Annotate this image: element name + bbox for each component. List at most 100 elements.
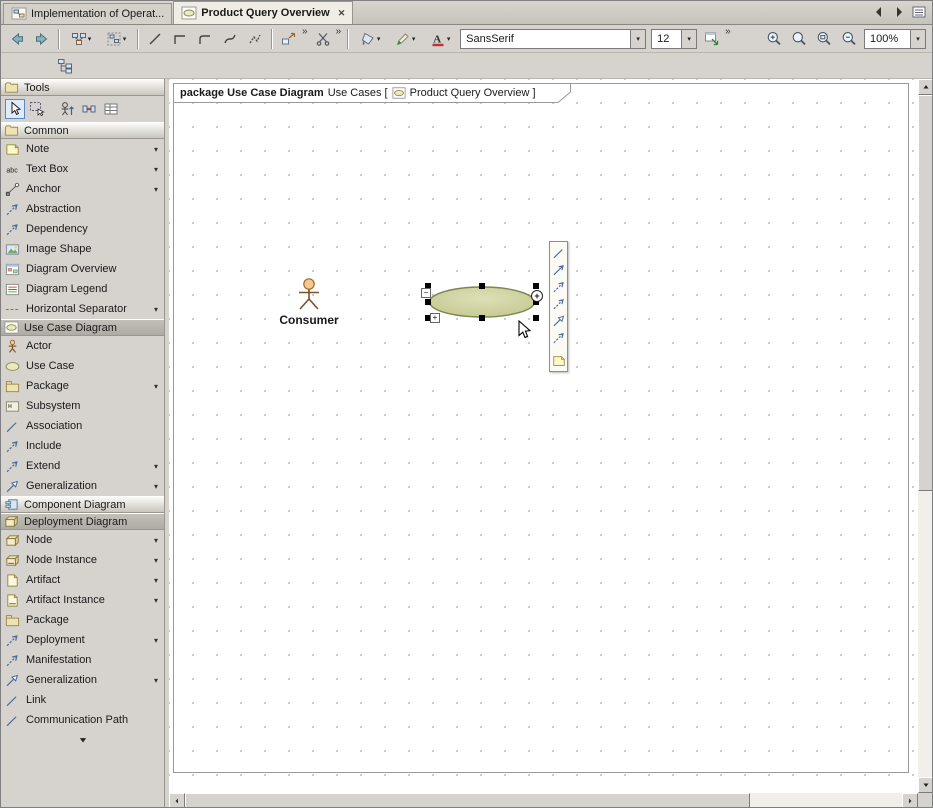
association-tool-button[interactable] [551,245,566,260]
expand-button[interactable]: + [430,313,440,323]
palette-deployment-diagram-node[interactable]: Node▾ [1,530,164,550]
scroll-right-button[interactable] [902,793,918,808]
palette-deployment-diagram-deployment[interactable]: Deployment▾ [1,630,164,650]
include-tool-button[interactable] [551,279,566,294]
close-icon[interactable]: ✕ [338,8,346,19]
zoom-level-select[interactable]: 100% ▾ [864,29,926,49]
palette-deployment-diagram-communication-path[interactable]: Communication Path [1,710,164,730]
font-color-dropdown[interactable]: A▾ [423,27,457,51]
directed-association-tool-button[interactable] [551,262,566,277]
palette-scroll-more-button[interactable] [1,732,164,748]
next-diagram-button[interactable] [891,4,907,20]
palette-deployment-diagram-artifact-instance[interactable]: Artifact Instance▾ [1,590,164,610]
palette-common-note[interactable]: Note▾ [1,139,164,159]
swimlane-tool[interactable] [57,99,77,119]
chevron-down-icon[interactable]: ▾ [910,30,925,48]
cut-button[interactable] [311,27,335,51]
palette-common-diagram-legend[interactable]: Diagram Legend [1,279,164,299]
palette-deployment-diagram-package[interactable]: Package [1,610,164,630]
palette-common-text-box[interactable]: abcText Box▾ [1,159,164,179]
chevron-down-icon[interactable]: ▾ [154,305,158,314]
actor-consumer[interactable] [295,277,323,313]
tab-product-query-overview[interactable]: Product Query Overview✕ [173,1,353,24]
spline-path-button[interactable] [243,27,267,51]
selection-handle-w[interactable] [425,299,431,305]
toolbar-overflow-marker[interactable]: » [302,26,307,37]
toolbar-overflow-marker[interactable]: » [336,26,341,37]
line-color-dropdown[interactable]: ▾ [388,27,422,51]
palette-common-horizontal-separator[interactable]: Horizontal Separator▾ [1,299,164,319]
table-tool[interactable] [101,99,121,119]
pointer-tool[interactable] [5,99,25,119]
dependency-tool-button[interactable] [551,330,566,345]
selection-handle-se[interactable] [533,315,539,321]
forward-button[interactable] [30,27,54,51]
palette-use-case-diagram-include[interactable]: Include [1,436,164,456]
chevron-down-icon[interactable]: ▾ [154,382,158,391]
rounded-path-button[interactable] [193,27,217,51]
smart-link-button[interactable]: + [531,290,543,302]
chevron-down-icon[interactable]: ▾ [154,556,158,565]
chevron-down-icon[interactable]: ▾ [154,165,158,174]
show-related-button[interactable] [277,27,301,51]
selection-handle-n[interactable] [479,283,485,289]
tab-implementation-of-operat[interactable]: Implementation of Operat... [3,3,172,24]
generalization-tool-button[interactable] [551,313,566,328]
diagram-canvas[interactable]: package Use Case Diagram Use Cases [ Pro… [169,79,918,793]
palette-section-common[interactable]: Common [1,122,164,139]
chevron-down-icon[interactable]: ▾ [154,185,158,194]
palette-common-dependency[interactable]: Dependency [1,219,164,239]
palette-use-case-diagram-association[interactable]: Association [1,416,164,436]
marquee-selection-tool[interactable] [27,99,47,119]
zoom-fit-button[interactable] [812,27,836,51]
palette-common-diagram-overview[interactable]: Diagram Overview [1,259,164,279]
palette-section-deployment-diagram[interactable]: Deployment Diagram [1,513,164,530]
palette-use-case-diagram-extend[interactable]: Extend▾ [1,456,164,476]
collapse-button[interactable]: − [421,288,431,298]
horizontal-scroll-thumb[interactable] [185,793,750,808]
horizontal-scrollbar[interactable] [169,793,918,808]
chevron-down-icon[interactable]: ▾ [154,482,158,491]
palette-deployment-diagram-node-instance[interactable]: Node Instance▾ [1,550,164,570]
chevron-down-icon[interactable]: ▾ [154,145,158,154]
palette-section-use-case-diagram[interactable]: Use Case Diagram [1,319,164,336]
containment-tree-button[interactable] [53,54,77,78]
zoom-original-button[interactable] [787,27,811,51]
scroll-left-button[interactable] [169,793,185,808]
palette-common-anchor[interactable]: Anchor▾ [1,179,164,199]
font-size-select[interactable]: 12 ▾ [651,29,697,49]
chevron-down-icon[interactable]: ▾ [154,462,158,471]
chevron-down-icon[interactable]: ▾ [154,536,158,545]
selection-handle-s[interactable] [479,315,485,321]
palette-use-case-diagram-actor[interactable]: Actor [1,336,164,356]
selection-handle-ne[interactable] [533,283,539,289]
comment-tool-button[interactable] [551,353,566,368]
vertical-scrollbar[interactable] [918,79,933,793]
palette-use-case-diagram-generalization[interactable]: Generalization▾ [1,476,164,496]
palette-use-case-diagram-subsystem[interactable]: Subsystem [1,396,164,416]
layout-dropdown[interactable]: ▾ [99,27,133,51]
font-family-select[interactable]: SansSerif ▾ [460,29,646,49]
chevron-down-icon[interactable]: ▾ [630,30,645,48]
previous-diagram-button[interactable] [871,4,887,20]
fill-color-dropdown[interactable]: ▾ [353,27,387,51]
bezier-path-button[interactable] [218,27,242,51]
chevron-down-icon[interactable]: ▾ [154,636,158,645]
distribute-tool[interactable] [79,99,99,119]
toolbar-overflow-marker[interactable]: » [725,26,730,37]
palette-deployment-diagram-generalization[interactable]: Generalization▾ [1,670,164,690]
frame-mode-button[interactable] [700,27,724,51]
palette-deployment-diagram-link[interactable]: Link [1,690,164,710]
palette-common-abstraction[interactable]: Abstraction [1,199,164,219]
scroll-up-button[interactable] [918,79,933,95]
related-elements-dropdown[interactable]: ▾ [64,27,98,51]
palette-common-image-shape[interactable]: Image Shape [1,239,164,259]
diagram-list-button[interactable] [911,4,927,20]
palette-use-case-diagram-package[interactable]: Package▾ [1,376,164,396]
zoom-out-button[interactable] [837,27,861,51]
zoom-in-button[interactable] [762,27,786,51]
chevron-down-icon[interactable]: ▾ [154,596,158,605]
back-button[interactable] [5,27,29,51]
chevron-down-icon[interactable]: ▾ [154,576,158,585]
palette-section-tools[interactable]: Tools [1,79,164,96]
